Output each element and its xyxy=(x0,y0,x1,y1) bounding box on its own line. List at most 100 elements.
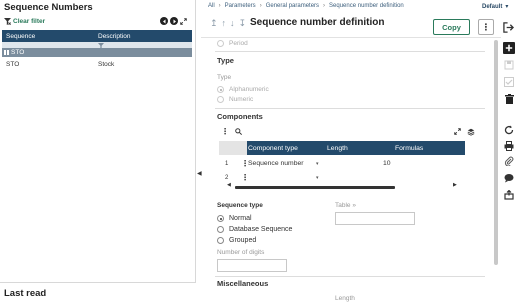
next-record-icon[interactable] xyxy=(170,17,178,25)
table-label-text: Table xyxy=(335,202,351,209)
grid-icon xyxy=(4,50,9,55)
refresh-icon[interactable] xyxy=(503,124,515,136)
page-title: Sequence number definition xyxy=(250,17,385,28)
vertical-scrollbar[interactable] xyxy=(494,40,498,265)
action-rail xyxy=(500,38,518,302)
record-navigation xyxy=(160,17,187,25)
breadcrumb: All › Parameters › General parameters › … xyxy=(208,3,404,9)
scroll-left-icon[interactable]: ◀ xyxy=(227,182,231,188)
divider xyxy=(215,108,485,109)
table-row[interactable]: 2 ⋮ ▾ xyxy=(219,171,465,184)
left-panel-footer: Last read xyxy=(0,282,196,302)
type-field-label: Type xyxy=(217,74,232,81)
row-menu-icon[interactable]: ⋮ xyxy=(241,173,249,182)
normal-radio[interactable] xyxy=(217,215,224,222)
default-dropdown[interactable]: Default ▾ xyxy=(482,3,509,11)
row-sequence: STO xyxy=(6,60,20,68)
save-icon[interactable] xyxy=(503,59,515,71)
database-sequence-radio[interactable] xyxy=(217,226,224,233)
last-read-title[interactable]: Last read xyxy=(4,288,46,299)
chevron-down-icon[interactable]: ▾ xyxy=(316,161,319,167)
row-sequence: STO xyxy=(11,49,25,56)
row-description: Stock xyxy=(98,60,115,68)
column-header-description[interactable]: Description xyxy=(98,33,131,40)
component-type-value[interactable]: Sequence number xyxy=(248,160,304,167)
column-header-component-type[interactable]: Component type xyxy=(248,145,298,152)
next-icon[interactable]: ↓ xyxy=(230,18,235,29)
left-panel: Sequence Numbers Clear filter Sequence D… xyxy=(0,0,196,302)
miscellaneous-section-title: Miscellaneous xyxy=(217,279,269,288)
type-section-title: Type xyxy=(217,56,234,65)
delete-icon[interactable] xyxy=(503,93,515,105)
grouped-radio[interactable] xyxy=(217,237,224,244)
table-row[interactable]: STO xyxy=(2,48,192,57)
grouped-label: Grouped xyxy=(229,237,257,244)
scroll-right-icon[interactable]: ▶ xyxy=(453,182,457,188)
left-panel-title: Sequence Numbers xyxy=(4,2,93,13)
first-record-icon[interactable]: ↥ xyxy=(210,18,218,29)
components-section-title: Components xyxy=(217,112,263,121)
clear-filter-label: Clear filter xyxy=(13,18,46,25)
layers-icon[interactable] xyxy=(467,128,475,138)
column-header-length[interactable]: Length xyxy=(327,145,348,152)
period-label: Period xyxy=(229,40,248,47)
row-number: 1 xyxy=(225,160,229,167)
table-field[interactable] xyxy=(335,212,415,225)
normal-label: Normal xyxy=(229,215,252,222)
column-header-formulas[interactable]: Formulas xyxy=(395,145,423,152)
breadcrumb-item[interactable]: General parameters xyxy=(266,3,319,9)
breadcrumb-item[interactable]: All xyxy=(208,3,215,9)
last-record-icon[interactable]: ↧ xyxy=(239,18,247,29)
table-label: Table » xyxy=(335,202,356,209)
default-label: Default xyxy=(482,3,503,10)
form-content: Period Type Type Alphanumeric Numeric Co… xyxy=(201,38,496,302)
numeric-label: Numeric xyxy=(229,96,254,103)
comment-icon[interactable] xyxy=(503,172,515,184)
number-of-digits-field[interactable] xyxy=(217,259,287,272)
expand-grid-icon[interactable] xyxy=(454,128,461,137)
number-of-digits-label: Number of digits xyxy=(217,249,265,256)
length-value[interactable]: 10 xyxy=(383,160,391,167)
table-lookup-icon[interactable]: » xyxy=(351,202,356,209)
share-icon[interactable] xyxy=(503,189,515,201)
filter-clear-icon xyxy=(4,18,11,25)
record-arrows: ↥ ↑ ↓ ↧ xyxy=(210,18,246,29)
sequence-type-label: Sequence type xyxy=(217,202,263,209)
database-sequence-label: Database Sequence xyxy=(229,226,293,233)
numeric-radio[interactable] xyxy=(217,96,224,103)
list-grid-header: Sequence Description xyxy=(2,30,192,42)
table-row[interactable]: STO Stock xyxy=(2,59,192,69)
attachment-icon[interactable] xyxy=(503,155,515,167)
alphanumeric-radio[interactable] xyxy=(217,86,224,93)
copy-button[interactable]: Copy xyxy=(433,19,470,35)
breadcrumb-item: Sequence number definition xyxy=(329,3,404,9)
exit-icon[interactable] xyxy=(503,22,514,33)
horizontal-scrollbar[interactable]: ◀ ▶ xyxy=(227,182,459,190)
previous-icon[interactable]: ↑ xyxy=(222,18,227,29)
clear-filter-button[interactable]: Clear filter xyxy=(4,18,45,25)
components-grid-header: Component type Length Formulas xyxy=(219,141,465,155)
print-icon[interactable] xyxy=(503,140,515,152)
breadcrumb-item[interactable]: Parameters xyxy=(225,3,256,9)
chevron-right-icon: › xyxy=(218,3,221,9)
period-radio[interactable] xyxy=(217,40,224,47)
expand-icon[interactable] xyxy=(180,17,187,25)
previous-record-icon[interactable] xyxy=(160,17,168,25)
chevron-down-icon[interactable]: ▾ xyxy=(316,175,319,181)
chevron-down-icon: ▾ xyxy=(505,4,509,10)
search-icon[interactable] xyxy=(235,128,242,137)
table-row[interactable]: 1 ⋮ Sequence number ▾ 10 xyxy=(219,157,465,170)
chevron-right-icon: › xyxy=(259,3,262,9)
row-number: 2 xyxy=(225,174,229,181)
scroll-thumb[interactable] xyxy=(235,186,395,189)
column-header-sequence[interactable]: Sequence xyxy=(6,33,35,40)
divider xyxy=(215,51,485,52)
add-icon[interactable] xyxy=(503,42,515,54)
check-icon[interactable] xyxy=(503,76,515,88)
components-grid-corner xyxy=(219,141,247,155)
chevron-right-icon: › xyxy=(323,3,326,9)
alphanumeric-label: Alphanumeric xyxy=(229,86,269,93)
components-menu-icon[interactable]: ⋮ xyxy=(221,127,229,136)
divider xyxy=(215,276,485,277)
more-actions-icon[interactable]: ⋮ xyxy=(478,19,494,35)
